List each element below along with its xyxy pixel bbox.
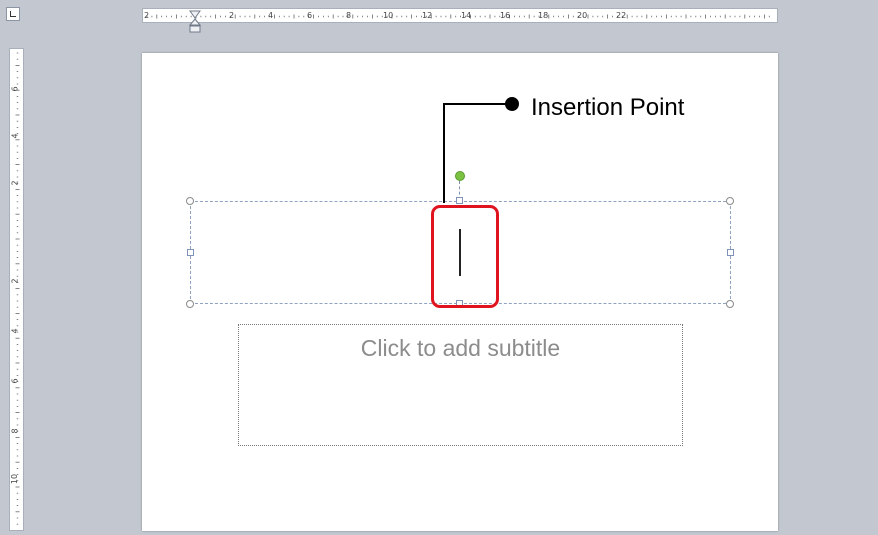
ruler-label: 6 — [10, 378, 20, 384]
callout-dot — [505, 97, 519, 111]
ruler-label: 4 — [268, 11, 274, 20]
callout-leader-vertical — [443, 103, 445, 203]
resize-handle-bottom-right[interactable] — [726, 300, 734, 308]
resize-handle-bottom-left[interactable] — [186, 300, 194, 308]
resize-handle-top-right[interactable] — [726, 197, 734, 205]
vertical-ruler[interactable]: 6 4 2 2 4 6 8 10 — [9, 48, 24, 531]
ruler-label: 2 — [10, 180, 20, 186]
ruler-label: 4 — [10, 328, 20, 334]
resize-handle-top-left[interactable] — [186, 197, 194, 205]
ruler-label: 10 — [383, 11, 394, 20]
ruler-label: 2 — [229, 11, 235, 20]
resize-handle-right[interactable] — [727, 249, 734, 256]
ruler-label: 12 — [422, 11, 433, 20]
indent-marker[interactable] — [189, 10, 201, 34]
ruler-label: 16 — [500, 11, 511, 20]
ruler-label: 14 — [461, 11, 472, 20]
ruler-label: 8 — [10, 428, 20, 434]
tab-selector-button[interactable] — [6, 7, 20, 21]
ruler-label: 10 — [10, 473, 20, 485]
insertion-point-highlight — [431, 205, 499, 308]
ruler-label: 2 — [10, 278, 20, 284]
subtitle-placeholder[interactable]: Click to add subtitle — [238, 324, 683, 446]
ruler-label: 22 — [616, 11, 627, 20]
horizontal-ruler[interactable]: 2 2 4 6 8 10 12 14 16 18 20 22 — [142, 8, 778, 23]
rotate-handle[interactable] — [455, 171, 465, 181]
ruler-label: 8 — [346, 11, 352, 20]
ruler-label: 20 — [577, 11, 588, 20]
subtitle-placeholder-text: Click to add subtitle — [360, 335, 561, 361]
callout-label: Insertion Point — [531, 94, 685, 121]
callout-leader-horizontal — [443, 103, 512, 105]
vertical-ruler-ticks — [15, 52, 20, 525]
ruler-label: 4 — [10, 133, 20, 139]
ruler-label: 2 — [144, 11, 150, 20]
ruler-label: 6 — [307, 11, 313, 20]
ruler-label: 6 — [10, 86, 20, 92]
resize-handle-left[interactable] — [187, 249, 194, 256]
resize-handle-top[interactable] — [456, 197, 463, 204]
ruler-label: 18 — [538, 11, 549, 20]
